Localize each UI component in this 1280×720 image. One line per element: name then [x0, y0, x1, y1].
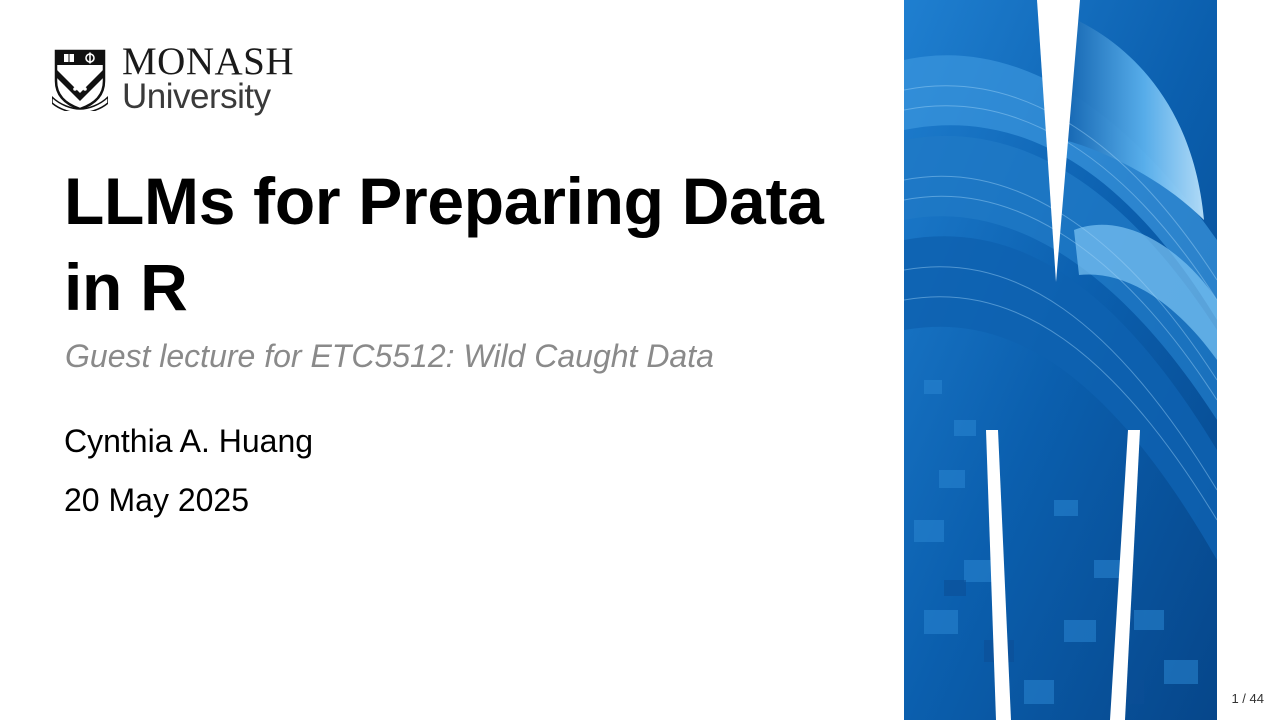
wordmark-monash: MONASH: [122, 40, 295, 83]
page-number: 1 / 44: [1231, 691, 1264, 706]
monash-crest-icon: [52, 49, 108, 111]
presentation-date: 20 May 2025: [64, 482, 250, 518]
slide-subtitle: Guest lecture for ETC5512: Wild Caught D…: [65, 338, 714, 374]
author-name: Cynthia A. Huang: [64, 423, 314, 459]
monash-logo: MONASH University: [52, 40, 295, 116]
wordmark-university: University: [122, 77, 271, 116]
slide-title: LLMs for Preparing Data in R: [64, 164, 824, 324]
monash-m-graphic: [904, 0, 1217, 720]
title-slide: MONASH University LLMs for Preparing Dat…: [0, 0, 1280, 720]
wordmark: MONASH University: [122, 40, 295, 116]
